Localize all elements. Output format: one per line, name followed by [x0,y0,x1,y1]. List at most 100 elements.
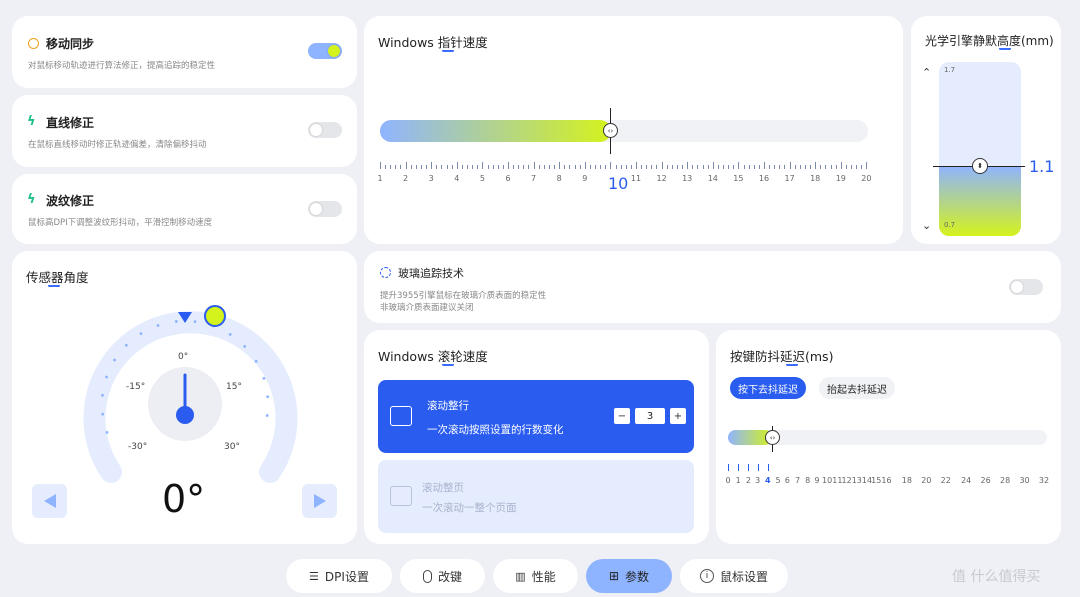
angle-tick-minus15: -15° [126,382,146,392]
ruler-tick [441,165,443,169]
scroll-line-title: 滚动整行 [427,400,469,412]
ripple-correction-toggle[interactable] [308,201,342,217]
ruler-tick [385,165,387,169]
ruler-tick [861,165,863,169]
ruler-tick [779,165,781,169]
info-icon: i [699,569,714,583]
ruler-tick [508,162,509,169]
line-correction-card: ϟ 直线修正 在鼠标直线移动时修正轨迹偏差，清除偏移抖动 [12,95,357,167]
ruler-tick [533,162,535,169]
tab-key-remap[interactable]: 改键 [400,559,485,593]
ruler-label: 8 [805,476,811,485]
ruler-tick [743,165,745,169]
ruler-tick [528,165,530,169]
line-correction-title: 直线修正 [46,116,95,130]
ruler-tick [656,165,658,169]
ruler-tick [748,464,750,471]
ruler-label: 0 [725,476,731,485]
ruler-tick [543,165,545,169]
ruler-tick [702,165,704,169]
ruler-label: 11 [630,174,642,183]
ruler-tick [804,165,806,169]
ruler-tick [589,165,591,169]
lod-handle[interactable]: ⬍ [972,158,988,174]
ruler-tick [461,165,463,169]
ruler-tick [682,165,684,169]
scroll-line-option[interactable]: 滚动整行 一次滚动按照设置的行数变化 − 3 + [378,380,694,453]
ruler-tick [513,165,515,169]
ruler-tick [757,464,759,471]
ruler-label: 24 [961,476,972,485]
dial-dot [156,324,160,327]
glass-tracking-desc1: 提升3955引擎鼠标在玻璃介质表面的稳定性 [380,291,547,301]
tab-press-debounce[interactable]: 按下去抖延迟 [730,377,806,399]
debounce-handle[interactable]: ‹› [765,430,780,445]
lod-up-button[interactable]: ⌃ [922,66,931,79]
ruler-label: 12 [841,476,852,485]
increment-button[interactable]: + [670,408,686,424]
dial-dot [262,376,266,380]
dial-dot [105,430,109,434]
ruler-label: 8 [556,174,562,183]
ruler-tick [845,165,847,169]
lines-value[interactable]: 3 [635,408,665,424]
pointer-speed-handle[interactable]: ‹› [603,123,618,138]
ripple-correction-card: ϟ 波纹修正 鼠标高DPI下调整波纹形抖动，平滑控制移动速度 [12,174,357,244]
scroll-page-option[interactable]: 滚动整页 一次滚动一整个页面 [378,460,694,533]
ruler-label: 19 [835,174,846,183]
list-icon [390,406,412,426]
dial-dot [101,412,105,416]
ruler-tick [538,165,540,169]
lod-card: 光学引擎静默高度(mm) ⌃ ⌄ 1.7 0.7 ⬍ 1.1 [911,16,1061,244]
rotate-left-button[interactable] [32,484,67,518]
glass-tracking-toggle[interactable] [1009,279,1043,295]
rotate-right-button[interactable] [302,484,337,518]
ruler-label: 14 [707,174,718,183]
sensor-angle-value: 0° [162,477,206,521]
ruler-tick [625,165,627,169]
ruler-tick [687,162,689,169]
ruler-tick [825,165,827,169]
ruler-tick [564,165,566,169]
dial-dot [139,332,143,336]
ruler-label: 16 [758,174,770,183]
ruler-tick [707,165,709,169]
ruler-tick [554,165,556,169]
tab-parameters[interactable]: ⊞ 参数 [586,559,672,593]
tab-mouse-settings[interactable]: i 鼠标设置 [680,559,788,593]
ruler-tick [605,165,607,169]
ruler-tick [559,162,561,169]
ruler-label: 15 [871,476,882,485]
ruler-tick [748,165,750,169]
ruler-tick [758,165,760,169]
dial-dot [265,414,269,417]
ruler-tick [600,165,602,169]
tab-release-debounce[interactable]: 抬起去抖延迟 [819,377,895,399]
ruler-tick [866,162,868,169]
ruler-label: 20 [921,476,932,485]
ruler-label: 32 [1038,476,1050,485]
ruler-tick [728,464,729,471]
ruler-tick [692,165,694,169]
decrement-button[interactable]: − [614,408,630,424]
ruler-tick [769,165,771,169]
ruler-tick [574,165,576,169]
lod-min-label: 0.7 [944,221,956,229]
tab-dpi-settings[interactable]: ☰ DPI设置 [286,559,392,593]
tab-performance[interactable]: ▥ 性能 [493,559,578,593]
glass-tracking-desc2: 非玻璃介质表面建议关闭 [380,303,474,313]
ruler-tick [856,165,858,169]
ruler-tick [666,165,668,169]
line-correction-toggle[interactable] [308,122,342,138]
ruler-tick [579,165,581,169]
angle-tick-0: 0° [178,352,189,362]
ruler-label: 5 [775,476,781,485]
motion-sync-toggle[interactable] [308,43,342,59]
ruler-label: 5 [479,174,485,183]
ruler-tick [548,165,550,169]
lod-bar[interactable] [939,62,1021,236]
pointer-speed-value: 10 [608,174,629,193]
pointer-speed-track[interactable] [380,120,868,142]
ruler-tick [380,162,381,169]
lod-down-button[interactable]: ⌄ [922,219,931,232]
